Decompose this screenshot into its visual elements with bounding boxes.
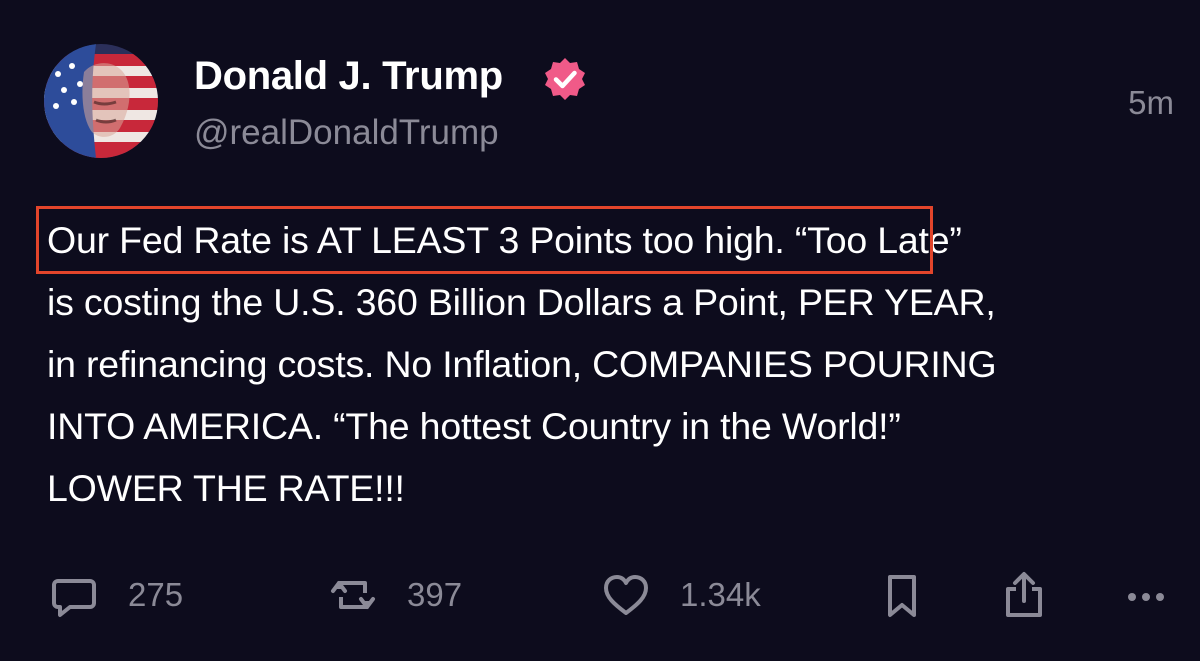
share-icon [998,569,1050,621]
post-card: Donald J. Trump @realDonaldTrump 5m Our … [0,0,1200,661]
author-handle[interactable]: @realDonaldTrump [194,113,499,153]
reply-icon [48,569,100,621]
more-icon [1120,569,1172,621]
post-timestamp[interactable]: 5m [1128,84,1174,122]
post-text-segment: “Too Late” [794,219,962,261]
highlighted-text: Our Fed Rate is AT LEAST 3 Points too hi… [47,219,785,261]
action-bar: 275 397 1.34k [0,560,1200,630]
avatar[interactable] [44,44,158,158]
heart-icon [600,569,652,621]
avatar-flag-portrait-icon [44,44,158,158]
reply-button[interactable]: 275 [48,560,183,630]
display-name[interactable]: Donald J. Trump [194,54,503,99]
share-button[interactable] [998,560,1050,630]
repost-count: 397 [407,576,463,613]
verified-badge-icon [542,56,588,102]
repost-button[interactable]: 397 [327,560,462,630]
bookmark-button[interactable] [876,560,928,630]
post-line: INTO AMERICA. “The hottest Country in th… [47,405,901,447]
bookmark-icon [876,569,928,621]
like-button[interactable]: 1.34k [600,560,761,630]
repost-icon [327,569,379,621]
reply-count: 275 [128,576,184,613]
post-line: in refinancing costs. No Inflation, COMP… [47,343,997,385]
more-button[interactable] [1120,560,1172,630]
like-count: 1.34k [680,576,761,613]
post-line: LOWER THE RATE!!! [47,467,405,509]
post-line: is costing the U.S. 360 Billion Dollars … [47,281,996,323]
post-line: Our Fed Rate is AT LEAST 3 Points too hi… [47,209,1187,271]
post-body: Our Fed Rate is AT LEAST 3 Points too hi… [47,209,1187,519]
